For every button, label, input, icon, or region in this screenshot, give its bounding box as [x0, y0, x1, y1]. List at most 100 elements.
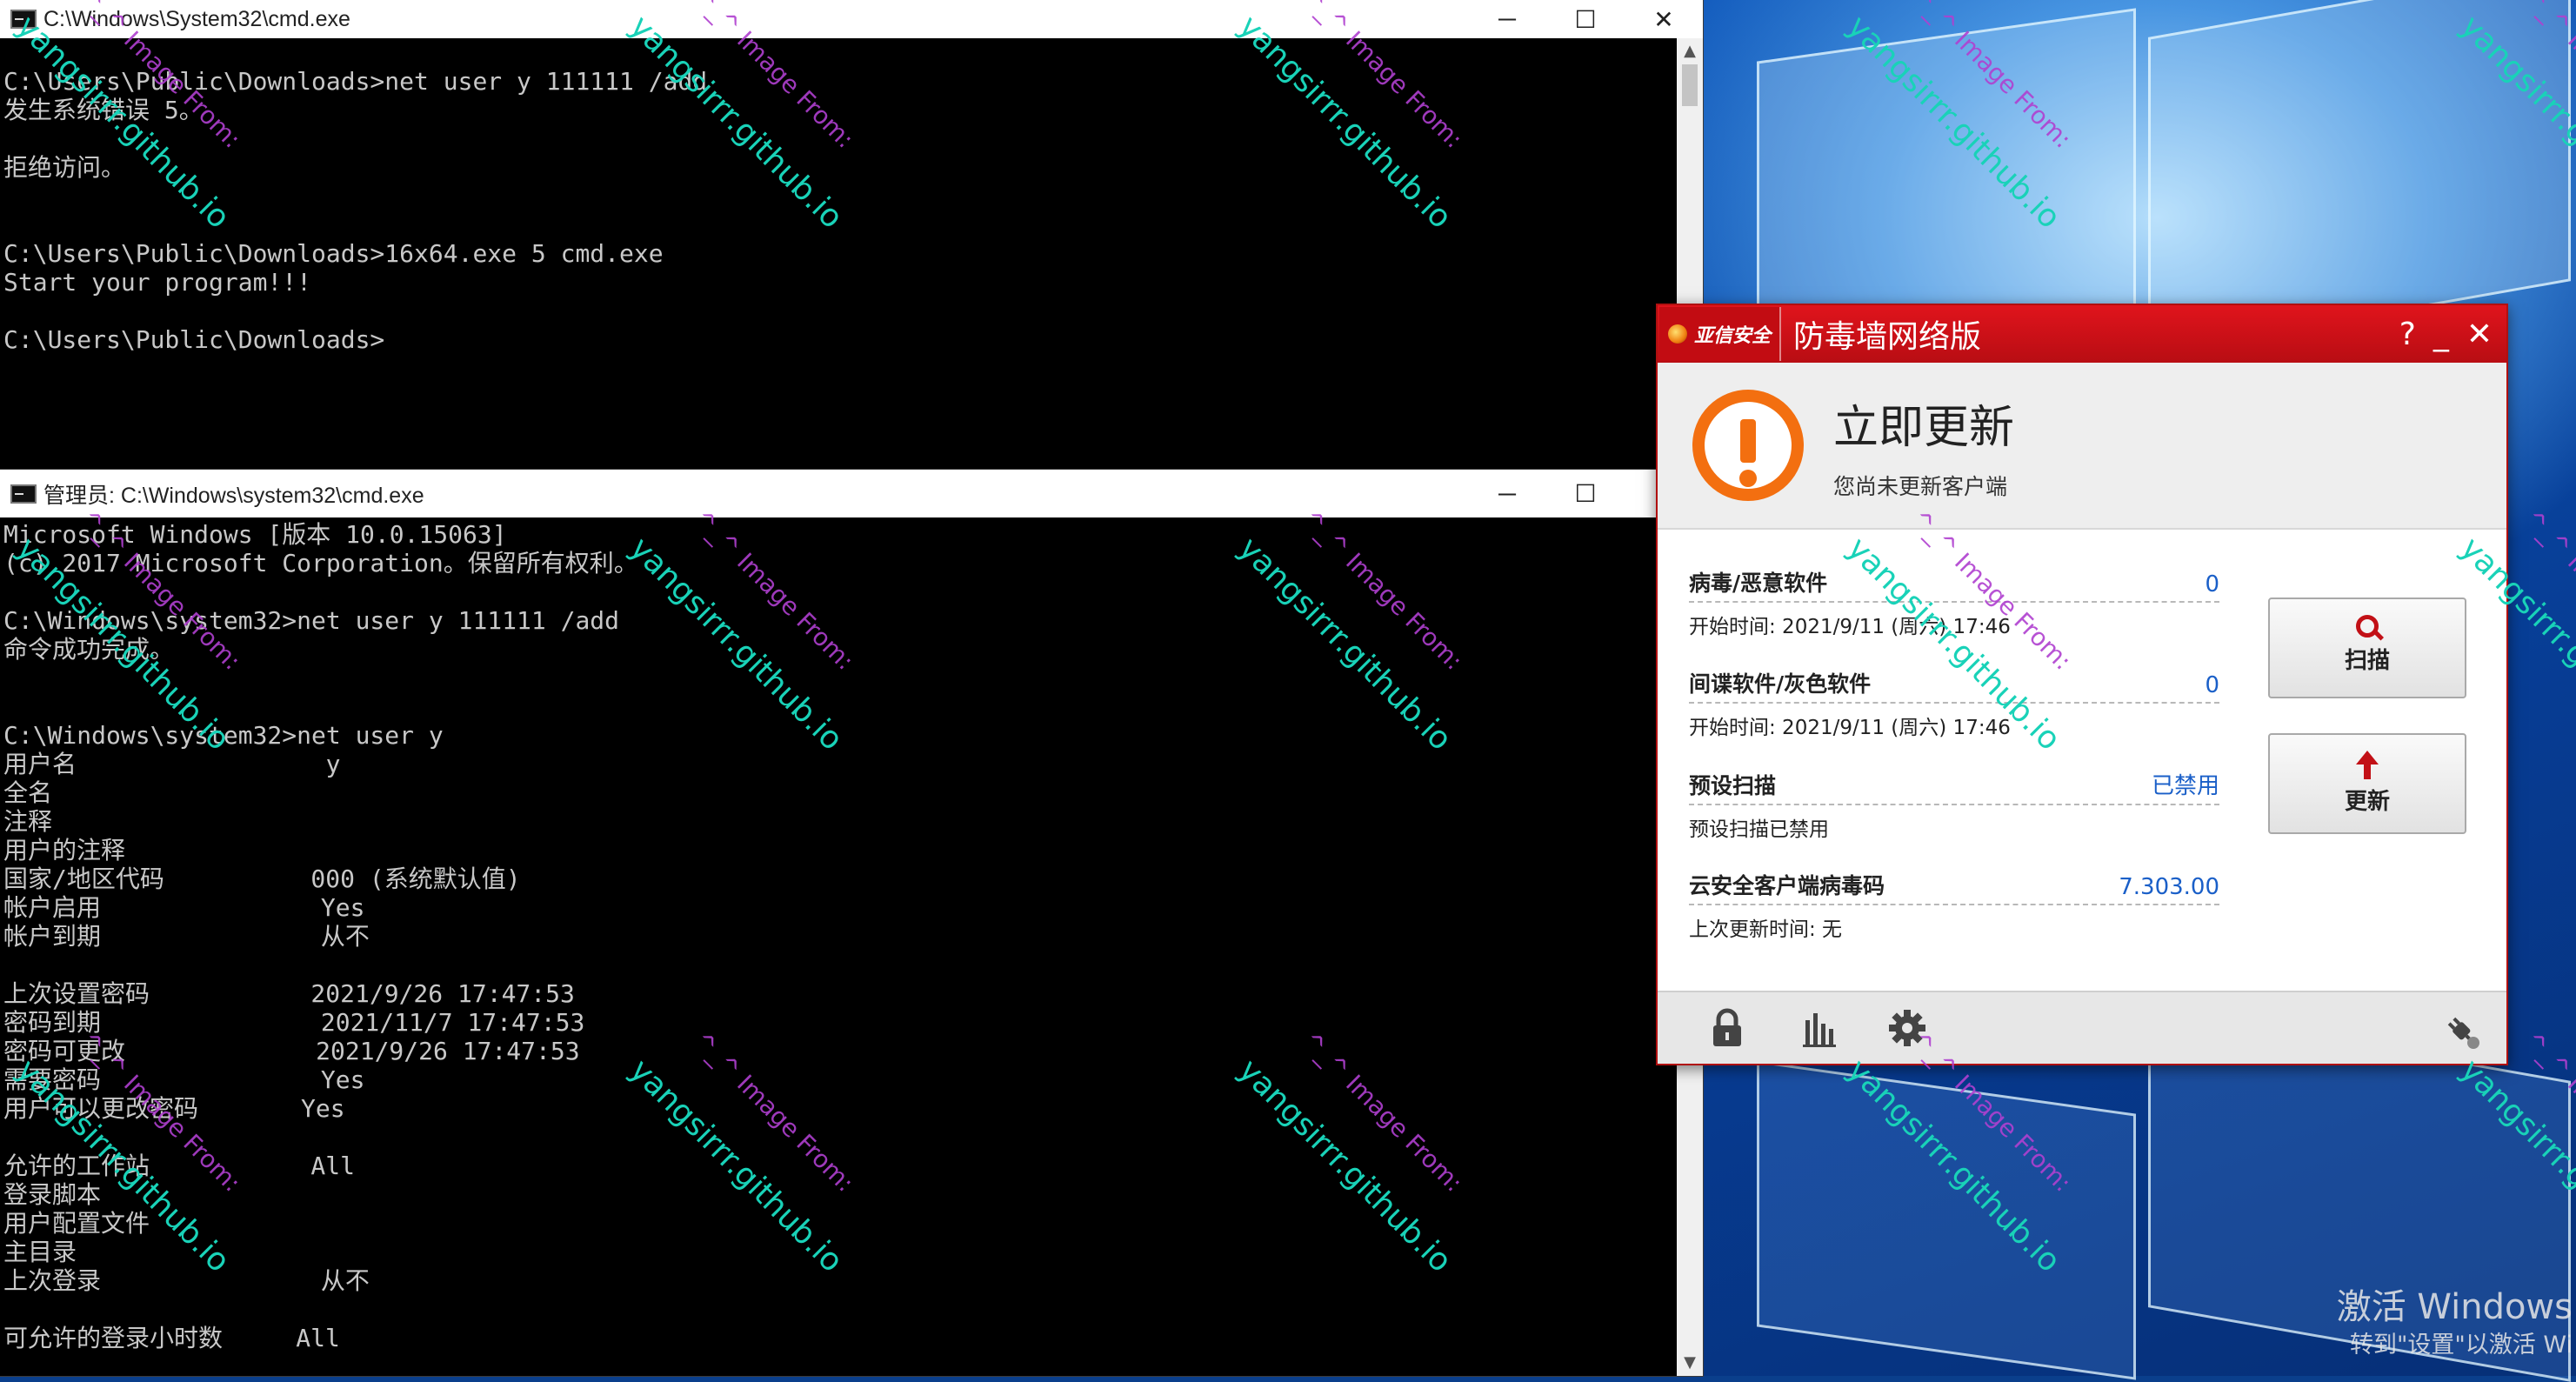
console-line: (c) 2017 Microsoft Corporation。保留所有权利。	[3, 549, 638, 578]
brand-name: 亚信安全	[1694, 325, 1772, 347]
status-label: 病毒/恶意软件	[1689, 571, 1828, 596]
console-line: 主目录	[3, 1238, 77, 1266]
console-line: C:\Windows\system32>net user y 111111 /a…	[3, 606, 620, 635]
minimize-button[interactable]: ─	[1468, 480, 1546, 508]
console-line: C:\Users\Public\Downloads>net user y 111…	[3, 67, 708, 96]
wallpaper-pane	[2148, 0, 2571, 356]
console-output[interactable]: Microsoft Windows [版本 10.0.15063] (c) 201…	[0, 520, 638, 1352]
scroll-down-icon[interactable]: ▼	[1677, 1350, 1703, 1376]
minimize-button[interactable]: ─	[1468, 5, 1546, 33]
console-output[interactable]: C:\Users\Public\Downloads>net user y 111…	[0, 38, 707, 354]
console-line: 发生系统错误 5。	[3, 96, 204, 124]
status-panel: 病毒/恶意软件 0 开始时间: 2021/9/11 (周六) 17:46 间谍软…	[1658, 530, 2506, 991]
chart-icon[interactable]	[1802, 1008, 1837, 1048]
status-item-spyware: 间谍软件/灰色软件 0 开始时间: 2021/9/11 (周六) 17:46	[1689, 667, 2219, 740]
activation-hint: 转到"设置"以激活 Wi	[2349, 1332, 2573, 1359]
close-button[interactable]: ✕	[2458, 317, 2501, 352]
status-value[interactable]: 0	[2205, 571, 2219, 598]
console-icon	[10, 484, 37, 504]
status-item-virus: 病毒/恶意软件 0 开始时间: 2021/9/11 (周六) 17:46	[1689, 566, 2219, 639]
scan-button-label: 扫描	[2344, 648, 2390, 674]
scroll-up-icon[interactable]: ▲	[1677, 38, 1703, 64]
activation-title: 激活 Windows	[2336, 1287, 2573, 1327]
console-line: 用户的注释	[3, 836, 126, 865]
console-icon	[10, 10, 37, 29]
scroll-thumb[interactable]	[1682, 64, 1698, 106]
antivirus-window[interactable]: 亚信安全 防毒墙网络版 ? _ ✕ 立即更新 您尚未更新客户端 病毒/恶意软件 …	[1656, 304, 2508, 1065]
console-line: 登录脚本	[3, 1180, 102, 1209]
console-line: 拒绝访问。	[3, 153, 126, 182]
console-line: 命令成功完成。	[3, 635, 175, 664]
banner-subtitle: 您尚未更新客户端	[1833, 473, 2008, 499]
window-title: 管理员: C:\Windows\system32\cmd.exe	[43, 483, 424, 508]
help-button[interactable]: ?	[2391, 317, 2425, 352]
cmd-window-admin[interactable]: 管理员: C:\Windows\system32\cmd.exe ─ ☐ ✕ M…	[0, 470, 1703, 1376]
console-line: 上次设置密码 2021/9/26 17:47:53	[3, 979, 575, 1008]
status-value[interactable]: 0	[2205, 672, 2219, 698]
update-button-label: 更新	[2344, 789, 2390, 815]
antivirus-titlebar[interactable]: 亚信安全 防毒墙网络版 ? _ ✕	[1658, 305, 2506, 363]
window-title: C:\Windows\System32\cmd.exe	[43, 6, 350, 31]
console-line: 用户可以更改密码 Yes	[3, 1094, 345, 1123]
maximize-button[interactable]: ☐	[1546, 479, 1625, 508]
console-line: C:\Users\Public\Downloads>	[3, 325, 385, 354]
banner-title: 立即更新	[1833, 401, 2015, 454]
brand-logo: 亚信安全	[1659, 307, 1781, 361]
maximize-button[interactable]: ☐	[1546, 5, 1625, 34]
update-button[interactable]: 更新	[2268, 733, 2466, 834]
status-item-pattern: 云安全客户端病毒码 7.303.00 上次更新时间: 无	[1689, 869, 2219, 942]
console-line: C:\Windows\system32>net user y	[3, 721, 444, 750]
cmd-user-titlebar[interactable]: C:\Windows\System32\cmd.exe ─ ☐ ✕	[0, 0, 1703, 38]
console-line: 全名	[3, 778, 53, 807]
console-line: 密码可更改 2021/9/26 17:47:53	[3, 1037, 580, 1065]
status-item-scheduled-scan: 预设扫描 已禁用 预设扫描已禁用	[1689, 768, 2219, 842]
wallpaper-pane	[1757, 1060, 2136, 1380]
antivirus-footer	[1658, 991, 2506, 1064]
status-value[interactable]: 7.303.00	[2119, 874, 2219, 900]
console-line: 可允许的登录小时数 All	[3, 1324, 340, 1352]
arrow-up-icon	[2356, 751, 2379, 779]
console-line: 帐户启用 Yes	[3, 893, 365, 922]
console-line: Start your program!!!	[3, 268, 312, 297]
cmd-admin-titlebar[interactable]: 管理员: C:\Windows\system32\cmd.exe ─ ☐ ✕	[0, 470, 1703, 517]
cmd-window-user[interactable]: C:\Windows\System32\cmd.exe ─ ☐ ✕ C:\Use…	[0, 0, 1703, 470]
console-line: C:\Users\Public\Downloads>16x64.exe 5 cm…	[3, 239, 664, 268]
console-line: 允许的工作站 All	[3, 1152, 356, 1180]
console-line: 用户配置文件	[3, 1209, 150, 1238]
status-detail: 预设扫描已禁用	[1689, 818, 1829, 841]
close-button[interactable]: ✕	[1625, 5, 1703, 34]
lock-icon[interactable]	[1710, 1008, 1745, 1048]
console-line: 用户名 y	[3, 750, 341, 778]
plug-icon[interactable]	[2442, 1011, 2482, 1052]
status-label: 云安全客户端病毒码	[1689, 873, 1885, 898]
scan-button[interactable]: 扫描	[2268, 598, 2466, 698]
warning-icon	[1692, 390, 1804, 501]
logo-icon	[1668, 324, 1687, 344]
status-label: 预设扫描	[1689, 773, 1777, 798]
search-icon	[2356, 615, 2379, 638]
status-label: 间谍软件/灰色软件	[1689, 671, 1872, 697]
console-line: 国家/地区代码 000 (系统默认值)	[3, 865, 521, 893]
status-value[interactable]: 已禁用	[2152, 768, 2219, 800]
update-banner: 立即更新 您尚未更新客户端	[1658, 363, 2506, 530]
gear-icon[interactable]	[1887, 1008, 1927, 1048]
console-line: 上次登录 从不	[3, 1266, 370, 1295]
minimize-button[interactable]: _	[2425, 317, 2458, 352]
console-line: 帐户到期 从不	[3, 922, 370, 951]
status-detail: 开始时间: 2021/9/11 (周六) 17:46	[1689, 717, 2011, 739]
status-detail: 上次更新时间: 无	[1689, 918, 1843, 941]
antivirus-title: 防毒墙网络版	[1793, 319, 1982, 355]
console-line: 密码到期 2021/11/7 17:47:53	[3, 1008, 585, 1037]
console-line: 注释	[3, 807, 53, 836]
status-detail: 开始时间: 2021/9/11 (周六) 17:46	[1689, 616, 2011, 638]
